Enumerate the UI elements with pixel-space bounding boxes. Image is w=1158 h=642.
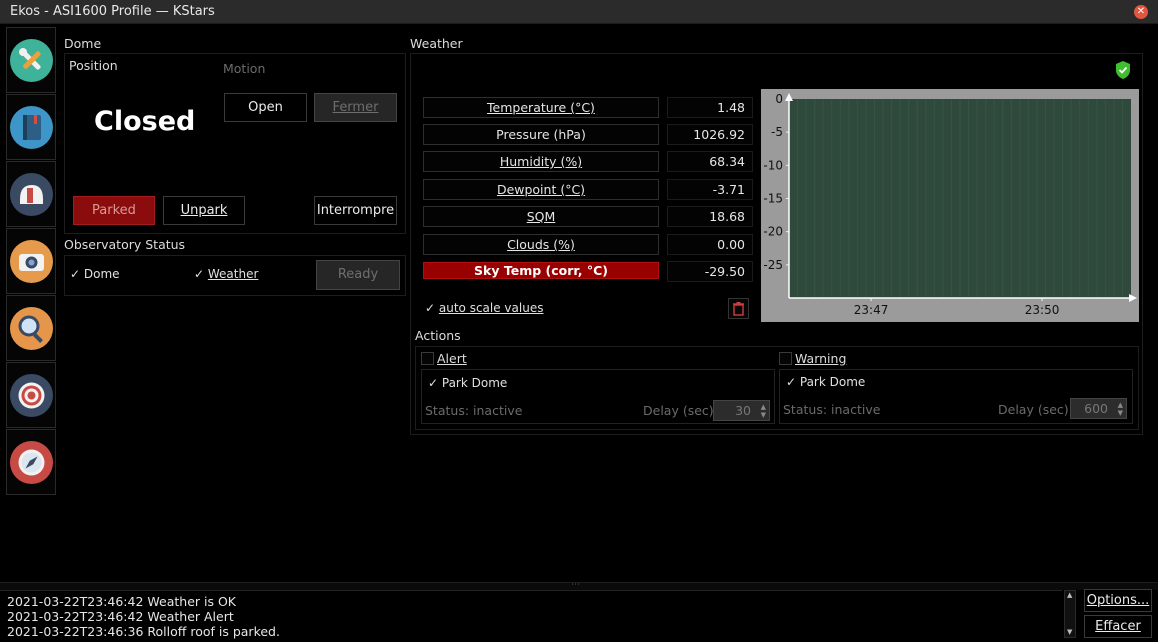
warning-delay-label: Delay (sec): [998,402,1073,417]
log-line: 2021-03-22T23:46:42 Weather Alert [7,609,234,624]
trash-icon [733,302,744,316]
weather-status-check[interactable]: ✓ Weather [194,267,258,281]
target-icon [10,374,53,417]
chart-y-tick-label: -5 [771,125,783,139]
observatory-status-title: Observatory Status [64,237,186,252]
sky-temp-value: -29.50 [667,261,753,282]
alert-checkbox[interactable] [421,352,434,365]
motion-label: Motion [223,61,266,76]
weather-chart: 0 -5 -10 -15 -20 -25 23:47 23:50 [761,89,1139,322]
scroll-down-icon[interactable]: ▼ [1067,628,1072,636]
shield-check-icon [1115,60,1131,80]
chart-y-tick-label: 0 [775,92,783,106]
weather-chart-svg: 0 -5 -10 -15 -20 -25 23:47 23:50 [763,92,1137,317]
scroll-up-icon[interactable]: ▲ [1067,591,1072,599]
log-panel[interactable]: 2021-03-22T23:46:42 Weather is OK 2021-0… [0,590,1062,642]
alert-label: Alert [437,351,467,366]
humidity-value: 68.34 [667,151,753,172]
alert-status: Status: inactive [425,403,523,418]
sqm-label: SQM [423,206,659,227]
window-title: Ekos - ASI1600 Profile — KStars [10,4,215,19]
chart-x-axis-arrow [1129,294,1137,302]
temperature-label: Temperature (°C) [423,97,659,118]
alert-park-dome-label: Park Dome [441,376,508,390]
magnifier-icon [10,307,53,350]
pressure-label: Pressure (hPa) [423,124,659,145]
sidebar-capture-button[interactable] [6,228,56,294]
close-icon[interactable]: ✕ [1134,5,1148,19]
dome-icon [10,173,53,216]
alert-park-dome-check[interactable]: ✓ Park Dome [428,376,507,390]
close-dome-button[interactable]: Fermer [314,93,397,122]
chart-y-tick-label: -25 [763,258,783,272]
warning-checkbox[interactable] [779,352,792,365]
module-sidebar [6,27,56,495]
dewpoint-label: Dewpoint (°C) [423,179,659,200]
alert-delay-value: 30 [735,403,751,418]
chart-y-tick-label: -15 [763,192,783,206]
sidebar-dome-button[interactable] [6,161,56,227]
dome-status-check-label: Dome [83,267,120,281]
warning-park-dome-label: Park Dome [799,375,866,389]
log-line: 2021-03-22T23:46:36 Rolloff roof is park… [7,624,280,639]
spin-arrows-icon[interactable]: ▲ ▼ [1118,401,1123,417]
alert-delay-label: Delay (sec): [643,403,718,418]
warning-delay-spinbox[interactable]: 600 ▲ ▼ [1070,398,1127,419]
temperature-value: 1.48 [667,97,753,118]
clear-log-button[interactable]: Effacer [1084,615,1152,638]
position-label: Position [69,58,118,73]
open-button[interactable]: Open [224,93,307,122]
sky-temp-label: Sky Temp (corr, °C) [423,262,659,279]
chart-y-tick-label: -10 [763,158,783,172]
weather-group-title: Weather [410,36,463,51]
warning-park-dome-check[interactable]: ✓ Park Dome [786,375,865,389]
sidebar-align-button[interactable] [6,362,56,428]
parked-button[interactable]: Parked [73,196,155,225]
unpark-button[interactable]: Unpark [163,196,245,225]
abort-button[interactable]: Interrompre [314,196,397,225]
dome-status: Closed [94,106,196,137]
alert-delay-spinbox[interactable]: 30 ▲ ▼ [713,400,770,421]
camera-icon [10,240,53,283]
warning-label: Warning [795,351,847,366]
chart-x-tick-label: 23:50 [1025,303,1060,317]
humidity-label: Humidity (%) [423,151,659,172]
clear-graph-button[interactable] [728,298,749,319]
chart-x-tick-label: 23:47 [854,303,889,317]
clouds-value: 0.00 [667,234,753,255]
sidebar-focus-button[interactable] [6,295,56,361]
dewpoint-value: -3.71 [667,179,753,200]
ready-button[interactable]: Ready [316,260,400,290]
options-button[interactable]: Options... [1084,589,1152,612]
compass-icon [10,441,53,484]
warning-delay-value: 600 [1084,401,1108,416]
spin-arrows-icon[interactable]: ▲ ▼ [761,403,766,419]
notebook-icon [10,106,53,149]
sidebar-setup-button[interactable] [6,27,56,93]
sidebar-notes-button[interactable] [6,94,56,160]
chart-y-axis-arrow [785,93,793,101]
log-scrollbar[interactable]: ▲ ▼ [1064,590,1076,638]
wrench-screwdriver-icon [10,39,53,82]
sidebar-guide-button[interactable] [6,429,56,495]
chart-y-tick-label: -20 [763,225,783,239]
warning-status: Status: inactive [783,402,881,417]
title-bar: Ekos - ASI1600 Profile — KStars ✕ [0,0,1158,24]
dome-status-check[interactable]: ✓ Dome [70,267,120,281]
sqm-value: 18.68 [667,206,753,227]
dome-group-title: Dome [64,36,102,51]
autoscale-label: auto scale values [438,301,544,315]
autoscale-checkbox[interactable]: ✓ auto scale values [425,301,543,315]
clouds-label: Clouds (%) [423,234,659,255]
pressure-value: 1026.92 [667,124,753,145]
weather-status-check-label: Weather [207,267,259,281]
log-line: 2021-03-22T23:46:42 Weather is OK [7,594,236,609]
actions-title: Actions [415,328,461,343]
log-splitter[interactable]: ⋯ [0,580,1158,590]
